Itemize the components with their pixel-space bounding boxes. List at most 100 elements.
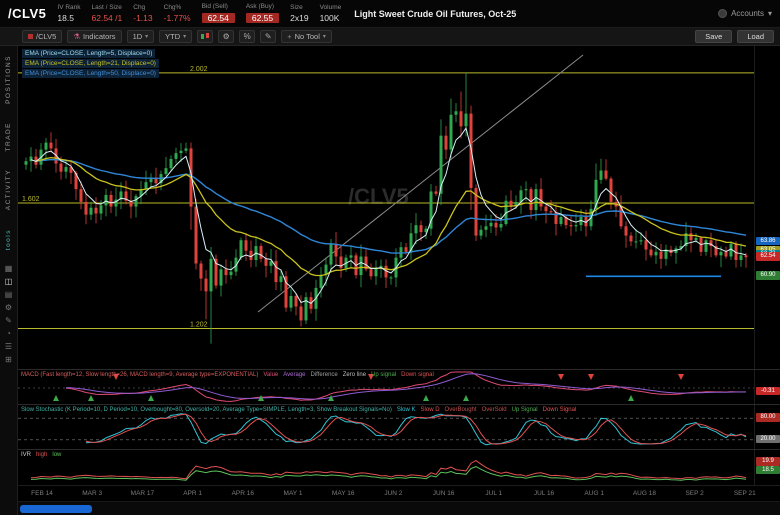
sidebar-tab-trade[interactable]: TRADE [5, 122, 12, 152]
ivr-panel: IVR high low 19.9 18.5 [18, 449, 780, 485]
chart-icon[interactable]: ◫ [5, 277, 13, 286]
gear-icon: ⚙ [222, 32, 230, 41]
macd-label[interactable]: MACD (Fast length=12, Slow length=26, MA… [21, 372, 439, 378]
gear-icon[interactable]: ⚙ [5, 303, 12, 312]
down-signal-arrow [588, 374, 594, 380]
pencil-icon[interactable]: ✎ [5, 316, 12, 325]
stat-value: 62.54 /1 [91, 12, 123, 23]
stat-label: IV Rank [57, 4, 81, 11]
sidebar-tab-positions[interactable]: POSITIONS [5, 55, 12, 104]
axis-price-bubble: 62.54 [756, 252, 780, 261]
timeframe-value: 1D [132, 32, 143, 41]
svg-text:1.602: 1.602 [22, 196, 40, 203]
legend-text: Slow K [396, 407, 416, 413]
stat-value: -1.77% [163, 12, 191, 23]
window-icon[interactable]: ⊞ [5, 355, 12, 364]
svg-text:2.002: 2.002 [190, 66, 208, 73]
instrument-description: Light Sweet Crude Oil Futures, Oct-25 [354, 8, 517, 19]
date-label: AUG 18 [632, 490, 656, 497]
active-tool-dropdown[interactable]: + No Tool ▾ [281, 30, 332, 43]
symbol-chip[interactable]: /CLV5 [22, 30, 63, 43]
up-signal-arrow [628, 395, 634, 401]
sidebar-icons: ▦ ◫ ▤ ⚙ ✎ ◔ ☰ ⊞ [5, 264, 13, 364]
axis-price-bubble: 63.86 [756, 236, 780, 246]
price-axis[interactable]: 63.8663.0562.7362.5460.90 [754, 46, 780, 369]
accounts-menu[interactable]: Accounts ▾ [718, 9, 772, 18]
menu-icon[interactable]: ☰ [5, 342, 12, 351]
stat-chg: Chg -1.13 [133, 4, 152, 22]
sidebar-tabs: POSITIONS TRADE ACTIVITY tools [5, 46, 12, 259]
ema-legend-row-2[interactable]: EMA (Price=CLOSE, Length=50, Displace=0) [22, 69, 159, 78]
drawing-tools-button[interactable]: ✎ [260, 30, 277, 43]
sidebar-tab-tools[interactable]: tools [5, 229, 12, 250]
up-signal-arrow [423, 395, 429, 401]
save-button[interactable]: Save [695, 30, 733, 43]
date-label: MAR 3 [82, 490, 103, 497]
chart-region: /CLV5 2.002 1.602 1.202 EMA (Price=CLOSE, … [18, 46, 780, 515]
down-signal-arrow [558, 374, 564, 380]
active-tool-label: No Tool [294, 32, 320, 41]
range-dropdown[interactable]: YTD ▾ [159, 30, 193, 43]
range-value: YTD [165, 32, 181, 41]
grid-icon[interactable]: ▦ [5, 264, 13, 273]
price-panel: /CLV5 2.002 1.602 1.202 EMA (Price=CLOSE, … [18, 46, 780, 369]
chart-hscroll-thumb[interactable] [20, 505, 92, 513]
stochastic-label[interactable]: Slow Stochastic (K Period=10, D Period=1… [21, 407, 581, 413]
down-signal-arrow [678, 374, 684, 380]
ema-legend-row-0[interactable]: EMA (Price=CLOSE, Length=5, Displace=0) [22, 49, 156, 58]
symbol-label[interactable]: /CLV5 [8, 6, 46, 21]
date-label: MAY 1 [283, 490, 303, 497]
stat-label: Ask (Buy) [245, 3, 275, 10]
indicator-line [30, 460, 747, 480]
sidebar-tab-activity[interactable]: ACTIVITY [5, 169, 12, 210]
stat-chg-: Chg% -1.77% [163, 4, 191, 23]
indicators-label: Indicators [83, 32, 116, 41]
stat-label: Bid (Sell) [201, 3, 228, 10]
ema-legend-row-1[interactable]: EMA (Price=CLOSE, Length=21, Displace=0) [22, 59, 159, 68]
chart-settings-button[interactable]: ⚙ [218, 30, 235, 43]
percent-scale-button[interactable]: % [239, 30, 256, 43]
ivr-label[interactable]: IVR high low [21, 452, 66, 458]
stat-value: 62.55 [245, 12, 280, 23]
legend-text: high [36, 452, 48, 458]
legend-text: Down signal [401, 372, 434, 378]
date-label: APR 1 [183, 490, 202, 497]
legend-text: Value [263, 372, 279, 378]
panel-divider[interactable] [18, 403, 780, 406]
axis-price-bubble: 80.00 [756, 413, 780, 422]
stat-size: Size 2x19 [290, 4, 308, 22]
date-label: JUL 1 [485, 490, 503, 497]
trendline-drawing[interactable] [257, 54, 584, 313]
up-signal-arrow [53, 395, 59, 401]
price-chart-canvas[interactable]: 2.002 1.602 1.202 [18, 46, 754, 369]
timeframe-dropdown[interactable]: 1D ▾ [126, 30, 155, 43]
stat-value: 62.54 [201, 12, 235, 23]
panel-divider[interactable] [18, 448, 780, 451]
ivr-chart-canvas[interactable] [18, 450, 754, 485]
chevron-down-icon: ▾ [767, 9, 772, 18]
clock-icon[interactable]: ◔ [6, 329, 11, 338]
legend-text: Down Signal [542, 407, 577, 413]
stat-value: 18.5 [57, 12, 74, 23]
quote-stats: IV Rank 18.5 Last / Size 62.54 /1 Chg -1.13 Ch… [57, 3, 342, 23]
stat-label: Chg% [163, 4, 182, 11]
date-label: JUL 16 [533, 490, 555, 497]
stochastic-panel: Slow Stochastic (K Period=10, D Period=1… [18, 404, 780, 449]
panel-divider[interactable] [18, 368, 780, 371]
date-label: FEB 14 [31, 490, 53, 497]
stat-volume: Volume 100K [320, 4, 342, 22]
stat-ask-buy-: Ask (Buy) 62.55 [245, 3, 280, 23]
axis-price-bubble: 20.00 [756, 434, 780, 444]
chart-bottom-strip [18, 501, 780, 515]
pencil-icon: ✎ [264, 32, 272, 41]
macd-panel: MACD (Fast length=12, Slow length=26, MA… [18, 369, 780, 404]
load-button[interactable]: Load [737, 30, 774, 43]
stat-label: Chg [133, 4, 146, 11]
list-icon[interactable]: ▤ [5, 290, 13, 299]
chart-type-button[interactable] [197, 30, 214, 43]
accounts-label: Accounts [731, 9, 764, 18]
stat-label: Size [290, 4, 303, 11]
indicators-button[interactable]: ⚗ Indicators [67, 30, 122, 43]
indicator-line [35, 156, 747, 277]
candles-layer [24, 72, 748, 344]
